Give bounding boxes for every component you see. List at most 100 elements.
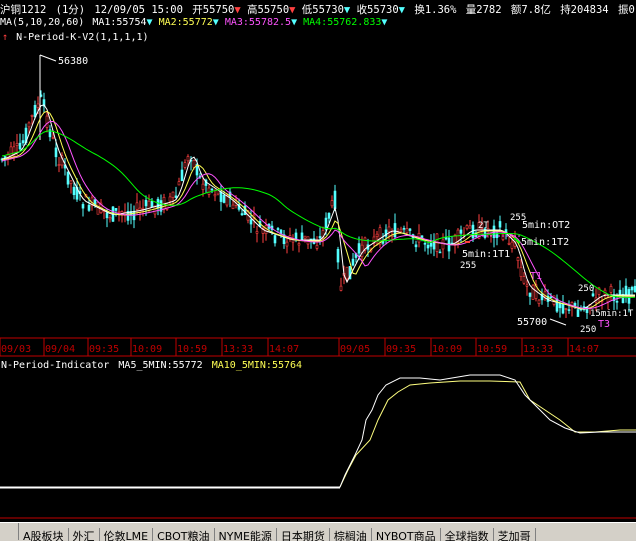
candle-body	[36, 103, 40, 108]
candle-body	[522, 276, 526, 284]
candle-body	[615, 301, 619, 303]
market-tab-6[interactable]: 日本期货	[277, 528, 330, 541]
candle-body	[387, 226, 391, 233]
candle-body	[561, 303, 565, 314]
candle-body	[213, 194, 217, 197]
candle-body	[357, 243, 361, 254]
candle-body	[231, 204, 235, 209]
candle-body	[351, 258, 355, 266]
candle-body	[297, 243, 301, 246]
candle-body	[144, 199, 148, 207]
candle-body	[336, 249, 340, 263]
candle-body	[240, 213, 244, 216]
candle-body	[51, 137, 55, 139]
candle-body	[405, 228, 409, 234]
annotation-5min-1t2: 5min:1T2	[521, 237, 569, 248]
candle-body	[15, 143, 19, 146]
candle-body	[510, 241, 514, 249]
market-tab-9[interactable]: 全球指数	[441, 528, 494, 541]
time-label: 10:59	[177, 344, 207, 355]
market-tab-10[interactable]: 芝加哥	[494, 528, 536, 541]
candle-body	[183, 162, 187, 168]
candle-body	[576, 309, 580, 317]
market-tab-2[interactable]: 外汇	[69, 528, 100, 541]
candle-body	[459, 229, 463, 234]
candle-body	[162, 197, 166, 210]
time-label: 14:07	[269, 344, 299, 355]
annotation-t1: T1	[530, 271, 542, 282]
candle-body	[423, 242, 427, 245]
candle-body	[519, 266, 523, 277]
candle-body	[186, 156, 190, 162]
candle-body	[57, 164, 61, 166]
annotation-15min: 15min:1T	[590, 309, 634, 319]
candle-body	[150, 200, 154, 208]
candle-body	[255, 231, 259, 234]
candle-body	[69, 180, 73, 184]
candle-body	[30, 115, 34, 117]
candle-body	[210, 188, 214, 191]
candle-body	[177, 181, 181, 186]
market-tab-8[interactable]: NYBOT商品	[372, 528, 441, 541]
low-price-label: 55700	[517, 317, 547, 328]
candle-body	[81, 204, 85, 209]
market-tab-5[interactable]: NYME能源	[215, 528, 277, 541]
candle-body	[249, 219, 253, 225]
candle-body	[558, 303, 562, 309]
high-pointer	[39, 54, 57, 62]
candle-body	[555, 298, 559, 312]
candle-body	[537, 299, 541, 304]
candle-body	[549, 296, 553, 299]
candle-body	[207, 187, 211, 195]
candle-body	[174, 195, 178, 198]
candle-body	[141, 207, 145, 210]
annotation-5min-1t1: 5min:1T1	[462, 249, 510, 260]
candle-body	[45, 115, 49, 128]
market-tab-0[interactable]	[0, 523, 19, 540]
lower-ma5: MA5_5MIN:55772	[118, 360, 203, 371]
candle-body	[324, 217, 328, 230]
candle-body	[465, 225, 469, 229]
candle-body	[609, 286, 613, 293]
annotation-250-low: 250	[580, 325, 596, 335]
price-chart[interactable]: 56380 255 2T 5min:OT2 5min:1T2 5min:1T1 …	[0, 0, 636, 522]
time-label: 13:33	[523, 344, 553, 355]
candle-body	[264, 225, 268, 235]
candle-body	[300, 232, 304, 240]
annotation-2t: 2T	[478, 221, 489, 231]
candle-body	[441, 239, 445, 250]
market-tab-1[interactable]: A股板块	[19, 528, 69, 541]
candle-body	[327, 212, 331, 219]
candle-body	[105, 212, 109, 219]
time-label: 09/04	[45, 344, 75, 355]
lower-panel-title: N-Period-Indicator MA5_5MIN:55772 MA10_5…	[1, 360, 302, 371]
indicator-ma10-line	[0, 380, 636, 488]
candle-body	[303, 235, 307, 239]
candle-body	[108, 217, 112, 220]
candle-body	[564, 308, 568, 310]
candle-body	[180, 169, 184, 182]
candle-body	[498, 221, 502, 228]
time-axis: 09/03 09/04 09:35 10:09 10:59 13:33 14:07 09/05…	[0, 338, 599, 356]
candle-body	[21, 140, 25, 144]
candle-body	[507, 242, 511, 245]
candle-body	[201, 183, 205, 190]
candle-body	[516, 257, 520, 261]
market-tab-7[interactable]: 棕榈油	[330, 528, 372, 541]
time-label: 10:09	[432, 344, 462, 355]
candle-body	[285, 241, 289, 247]
candle-body	[630, 286, 634, 291]
market-tabs: A股板块 外汇 伦敦LME CBOT粮油 NYME能源 日本期货 棕榈油 NYBOT商品 全球指…	[0, 522, 636, 541]
annotation-255-mid: 255	[460, 261, 476, 271]
candle-body	[18, 142, 22, 150]
time-label: 10:09	[132, 344, 162, 355]
candle-body	[375, 233, 379, 237]
market-tab-4[interactable]: CBOT粮油	[153, 528, 215, 541]
candle-body	[135, 202, 139, 210]
time-label: 13:33	[223, 344, 253, 355]
candle-body	[192, 160, 196, 168]
high-price-label: 56380	[58, 56, 88, 67]
candle-body	[27, 122, 31, 128]
candle-body	[72, 186, 76, 196]
market-tab-3[interactable]: 伦敦LME	[100, 528, 154, 541]
